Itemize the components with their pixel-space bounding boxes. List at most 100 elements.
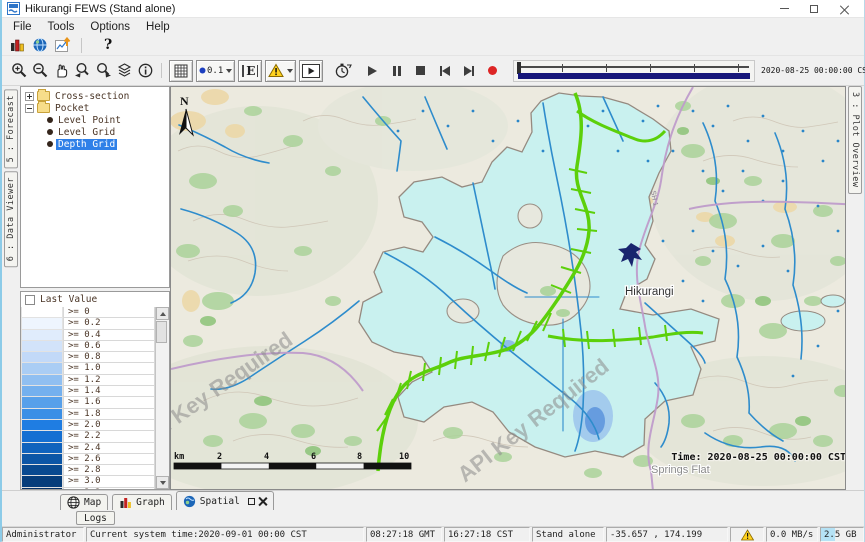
tab-maximize-icon[interactable] <box>248 498 255 505</box>
wireframe-globe-icon <box>67 496 80 509</box>
status-warning-cell[interactable] <box>730 527 764 542</box>
tab-map[interactable]: Map <box>60 494 108 510</box>
tree-item-label: Level Point <box>56 115 123 126</box>
layers-button[interactable] <box>114 61 134 81</box>
map-toolbar: 0.1 E 2020-08 <box>2 56 864 86</box>
legend-color-swatch <box>21 397 63 408</box>
legend-row[interactable]: >= 1.2 <box>21 375 155 386</box>
maximize-icon[interactable] <box>799 0 829 17</box>
tab-forecast[interactable]: 5 : Forecast <box>4 89 18 168</box>
legend-row[interactable]: >= 1.0 <box>21 363 155 374</box>
logs-button[interactable]: Logs <box>76 511 115 525</box>
legend-row[interactable]: >= 0 <box>21 307 155 318</box>
scroll-down-icon[interactable] <box>156 476 169 489</box>
legend-row[interactable]: >= 1.4 <box>21 386 155 397</box>
tree-item-depth-grid[interactable]: Depth Grid <box>21 138 169 150</box>
legend-row[interactable]: >= 2.0 <box>21 420 155 431</box>
tab-label: Spatial <box>200 496 240 507</box>
scroll-up-icon[interactable] <box>156 307 169 320</box>
scale-tick-label: 10 <box>399 452 409 462</box>
layer-tree: Cross-section Pocket Level Point Level G… <box>20 86 170 288</box>
data-display-button[interactable] <box>7 35 27 55</box>
menu-item[interactable]: File <box>5 20 40 34</box>
legend-row[interactable]: >= 0.8 <box>21 352 155 363</box>
zoom-previous-button[interactable] <box>72 61 92 81</box>
pan-hand-icon <box>53 62 70 79</box>
time-step-button[interactable] <box>333 61 353 81</box>
app-icon <box>7 2 20 15</box>
minimize-icon[interactable] <box>769 0 799 17</box>
map-viewport[interactable]: Hikurangi Springs Flat SH 1 API Key Requ… <box>170 86 846 490</box>
tab-graph[interactable]: Graph <box>112 494 172 510</box>
legend-row-label: >= 0.4 <box>63 330 155 341</box>
zoom-in-button[interactable] <box>9 61 29 81</box>
previous-frame-button[interactable] <box>436 63 453 79</box>
map-canvas: Hikurangi Springs Flat SH 1 API Key Requ… <box>171 87 846 490</box>
tree-item-level-grid[interactable]: Level Grid <box>21 126 169 138</box>
legend-row[interactable]: >= 0.2 <box>21 318 155 329</box>
legend-row-label: >= 3.2 <box>63 488 155 489</box>
menu-item[interactable]: Options <box>82 20 138 34</box>
stop-button[interactable] <box>412 63 429 79</box>
globe-icon <box>32 37 48 53</box>
legend-row[interactable]: >= 2.6 <box>21 454 155 465</box>
stopwatch-icon <box>334 62 352 79</box>
record-button[interactable] <box>484 63 501 79</box>
logs-row: Logs <box>2 510 864 526</box>
tab-close-icon[interactable] <box>259 497 267 505</box>
legend-color-swatch <box>21 454 63 465</box>
legend-row-label: >= 3.0 <box>63 476 155 487</box>
legend-row[interactable]: >= 0.6 <box>21 341 155 352</box>
tab-data-viewer[interactable]: 6 : Data Viewer <box>4 171 18 267</box>
last-value-checkbox[interactable] <box>25 295 35 305</box>
menu-item[interactable]: Tools <box>40 20 83 34</box>
animation-panel-button[interactable] <box>299 60 323 82</box>
close-icon[interactable] <box>829 0 859 17</box>
tab-plot-overview[interactable]: 3 : Plot Overview <box>848 86 862 194</box>
tab-spatial[interactable]: Spatial <box>176 491 274 510</box>
zoom-out-button[interactable] <box>30 61 50 81</box>
legend-row-label: >= 1.6 <box>63 397 155 408</box>
legend-row[interactable]: >= 2.8 <box>21 465 155 476</box>
help-button[interactable]: ? <box>104 37 112 53</box>
class-interval-dropdown[interactable]: 0.1 <box>196 60 235 82</box>
collapse-icon[interactable] <box>25 104 34 113</box>
menu-item[interactable]: Help <box>138 20 178 34</box>
map-time-overlay: Time: 2020-08-25 00:00:00 CST <box>671 451 846 463</box>
legend-row[interactable]: >= 2.2 <box>21 431 155 442</box>
show-map-legend-button[interactable]: E <box>238 60 262 82</box>
tree-item-level-point[interactable]: Level Point <box>21 114 169 126</box>
legend-row-label: >= 1.0 <box>63 363 155 374</box>
time-slider[interactable] <box>513 60 755 82</box>
scrollbar-thumb[interactable] <box>156 321 167 343</box>
legend-row[interactable]: >= 2.4 <box>21 443 155 454</box>
legend-scrollbar[interactable] <box>155 307 169 489</box>
right-tab-strip: 3 : Plot Overview <box>846 86 864 490</box>
expand-icon[interactable] <box>25 92 34 101</box>
play-button[interactable] <box>364 63 381 79</box>
tab-label: Map <box>84 497 101 508</box>
next-frame-button[interactable] <box>460 63 477 79</box>
tree-item-label: Level Grid <box>56 127 117 138</box>
legend-row[interactable]: >= 3.2 <box>21 488 155 489</box>
legend-row[interactable]: >= 0.4 <box>21 330 155 341</box>
legend-row-label: >= 2.8 <box>63 465 155 476</box>
map-display-button[interactable] <box>30 35 50 55</box>
legend-color-swatch <box>21 431 63 442</box>
tree-item-pocket[interactable]: Pocket <box>21 102 169 114</box>
status-mode: Stand alone <box>532 527 604 542</box>
bullet-icon <box>47 129 53 135</box>
legend-row[interactable]: >= 1.6 <box>21 397 155 408</box>
pan-button[interactable] <box>51 61 71 81</box>
legend-row[interactable]: >= 3.0 <box>21 476 155 487</box>
thresholds-dropdown[interactable] <box>265 60 296 82</box>
info-button[interactable] <box>135 61 155 81</box>
legend-panel: Last Value >= 0 >= 0.2 <box>20 291 170 490</box>
legend-row[interactable]: >= 1.8 <box>21 409 155 420</box>
globe-icon <box>183 495 196 508</box>
layers-icon <box>116 62 133 79</box>
grid-display-button[interactable] <box>169 60 193 82</box>
zoom-next-button[interactable] <box>93 61 113 81</box>
pause-button[interactable] <box>388 63 405 79</box>
timeseries-display-button[interactable] <box>53 35 73 55</box>
